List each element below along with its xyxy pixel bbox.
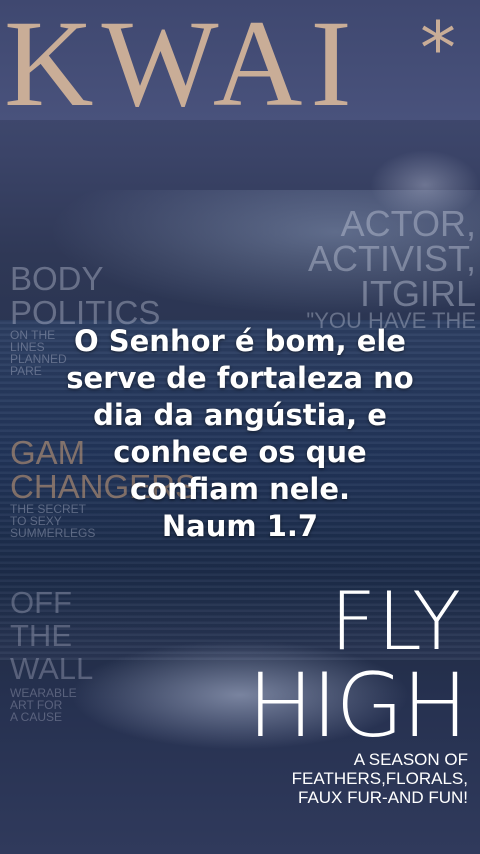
actor-line: ITGIRL [359,273,476,314]
tagline-line: A SEASON OF [353,750,468,769]
actor-line: ACTIVIST, [307,238,476,279]
verse-line: O Senhor é bom, ele [74,324,406,358]
headline-line: THE [10,618,72,653]
subtext-line: A CAUSE [10,710,63,724]
high-headline: HIGH [247,654,468,757]
tagline-line: FAUX FUR-AND FUN! [298,788,468,807]
headline-line: BODY [10,260,104,297]
season-tagline: A SEASON OF FEATHERS,FLORALS, FAUX FUR-A… [292,750,468,807]
fly-headline: FLY [330,575,462,668]
verse-reference: Naum 1.7 [161,509,319,543]
verse-line: conhece os que [113,435,367,469]
headline-line: WALL [10,651,94,686]
off-the-wall-subtext: WEARABLE ART FOR A CAUSE [10,687,77,723]
tagline-line: FEATHERS,FLORALS, [291,769,468,788]
verse-line: dia da angústia, e [93,398,387,432]
story-screen: KWAI * ACTOR, ACTIVIST, ITGIRL "YOU HAVE… [0,0,480,854]
off-the-wall-headline: OFF THE WALL [10,586,93,685]
magazine-logo: KWAI [4,0,360,132]
verse-overlay: O Senhor é bom, ele serve de fortaleza n… [0,323,480,545]
body-politics-headline: BODY POLITICS [10,262,160,330]
logo-asterisk-icon: * [420,6,456,90]
actor-headline: ACTOR, ACTIVIST, ITGIRL [307,203,476,314]
verse-line: serve de fortaleza no [66,361,414,395]
actor-line: ACTOR, [340,203,476,244]
headline-line: OFF [10,585,72,620]
verse-line: confiam nele. [129,472,351,506]
